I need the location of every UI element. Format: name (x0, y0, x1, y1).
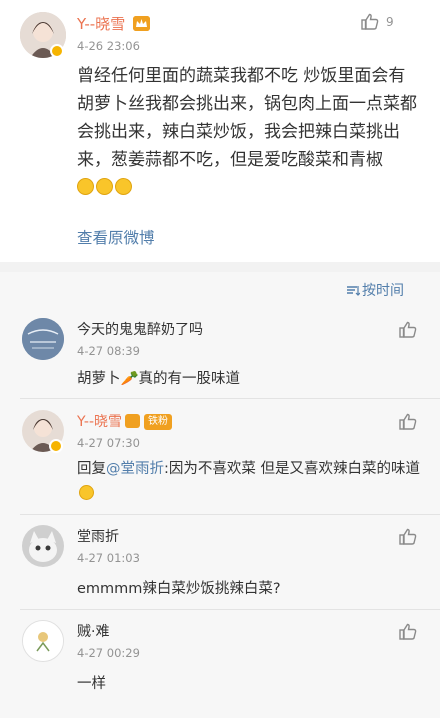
sort-label: 按时间 (362, 283, 404, 299)
commenter-name-line: Y--晓雪 铁粉 (77, 411, 172, 431)
commenter-avatar[interactable] (22, 620, 64, 662)
verified-badge-icon (50, 44, 64, 58)
comment-item: 今天的鬼鬼醉奶了吗 4-27 08:39 胡萝卜🥕真的有一股味道 (0, 308, 440, 400)
comment-divider (20, 398, 440, 399)
commenter-avatar[interactable] (22, 318, 64, 360)
post-body: 曾经任何里面的蔬菜我都不吃 炒饭里面会有胡萝卜丝我都会挑出来，锅包肉上面一点菜都… (77, 66, 417, 170)
like-icon[interactable] (398, 320, 418, 340)
crown-icon (133, 16, 150, 31)
comment-list: 今天的鬼鬼醉奶了吗 4-27 08:39 胡萝卜🥕真的有一股味道 Y--晓雪 铁粉… (0, 308, 440, 718)
sort-bar: 按时间 (0, 272, 440, 308)
commenter-name[interactable]: 堂雨折 (77, 526, 119, 546)
comment-text: 胡萝卜🥕真的有一股味道 (77, 371, 241, 387)
laugh-emoji-icon (96, 178, 113, 195)
comment-time: 4-27 08:39 (77, 344, 140, 358)
view-original-link[interactable]: 查看原微博 (77, 226, 155, 248)
comment-item: Y--晓雪 铁粉 4-27 07:30 回复@堂雨折:因为不喜欢菜 但是又喜欢辣白… (0, 400, 440, 515)
commenter-name[interactable]: 贼·难 (77, 621, 109, 641)
commenter-name[interactable]: Y--晓雪 (77, 414, 122, 430)
like-count: 9 (386, 15, 394, 29)
author-name[interactable]: Y--晓雪 (77, 13, 125, 34)
comment-item: 贼·难 4-27 00:29 一样 (0, 610, 440, 718)
sort-icon (347, 286, 361, 296)
post-card: Y--晓雪 4-26 23:06 9 曾经任何里面的蔬菜我都不吃 炒饭里面会有胡… (0, 0, 440, 262)
post-text: 曾经任何里面的蔬菜我都不吃 炒饭里面会有胡萝卜丝我都会挑出来，锅包肉上面一点菜都… (77, 62, 422, 202)
comment-text: 回复@堂雨折:因为不喜欢菜 但是又喜欢辣白菜的味道 (77, 457, 422, 507)
crown-icon (125, 414, 140, 428)
laugh-emoji-icon (77, 178, 94, 195)
commenter-avatar[interactable] (22, 525, 64, 567)
like-icon[interactable] (398, 412, 418, 432)
comment-item: 堂雨折 4-27 01:03 emmmm辣白菜炒饭挑辣白菜? (0, 515, 440, 611)
reply-prefix: 回复 (77, 461, 106, 477)
like-icon[interactable] (360, 12, 380, 32)
post-time: 4-26 23:06 (77, 39, 140, 53)
like-icon[interactable] (398, 622, 418, 642)
section-separator (0, 262, 440, 272)
comment-text: emmmm辣白菜炒饭挑辣白菜? (77, 581, 281, 597)
mention-link[interactable]: @堂雨折 (106, 461, 164, 477)
verified-badge-icon (49, 439, 63, 453)
comment-text: 一样 (77, 676, 106, 692)
comment-time: 4-27 01:03 (77, 551, 140, 565)
reply-text: :因为不喜欢菜 但是又喜欢辣白菜的味道 (164, 461, 420, 477)
comment-time: 4-27 07:30 (77, 436, 140, 450)
laugh-emoji-icon (115, 178, 132, 195)
fan-badge: 铁粉 (144, 414, 172, 430)
like-icon[interactable] (398, 527, 418, 547)
comment-time: 4-27 00:29 (77, 646, 140, 660)
laugh-emoji-icon (79, 485, 94, 500)
commenter-name[interactable]: 今天的鬼鬼醉奶了吗 (77, 319, 203, 339)
sort-by-time-button[interactable]: 按时间 (346, 280, 404, 300)
